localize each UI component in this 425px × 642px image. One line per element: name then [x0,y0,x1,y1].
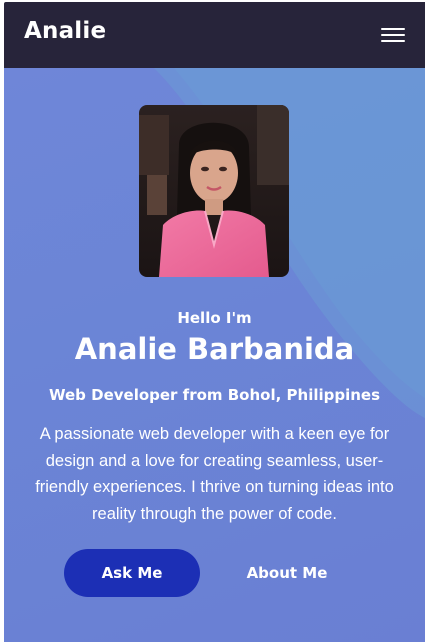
about-me-button[interactable]: About Me [220,549,354,597]
navbar: Analie [4,2,425,68]
brand-logo[interactable]: Analie [24,18,106,44]
page-frame: Analie Hello I'm Analie Barbanida Web De… [4,2,425,642]
menu-line [381,34,405,36]
hero-role: Web Developer from Bohol, Philippines [48,386,381,404]
hero-bio: A passionate web developer with a keen e… [35,425,394,523]
menu-line [381,40,405,42]
menu-line [381,28,405,30]
hero-section: Hello I'm Analie Barbanida Web Developer… [4,68,425,642]
greeting-text: Hello I'm [177,309,252,327]
profile-photo [139,105,289,277]
hero-name: Analie Barbanida [74,332,355,366]
hamburger-menu-icon[interactable] [381,26,405,44]
ask-me-button[interactable]: Ask Me [64,549,200,597]
